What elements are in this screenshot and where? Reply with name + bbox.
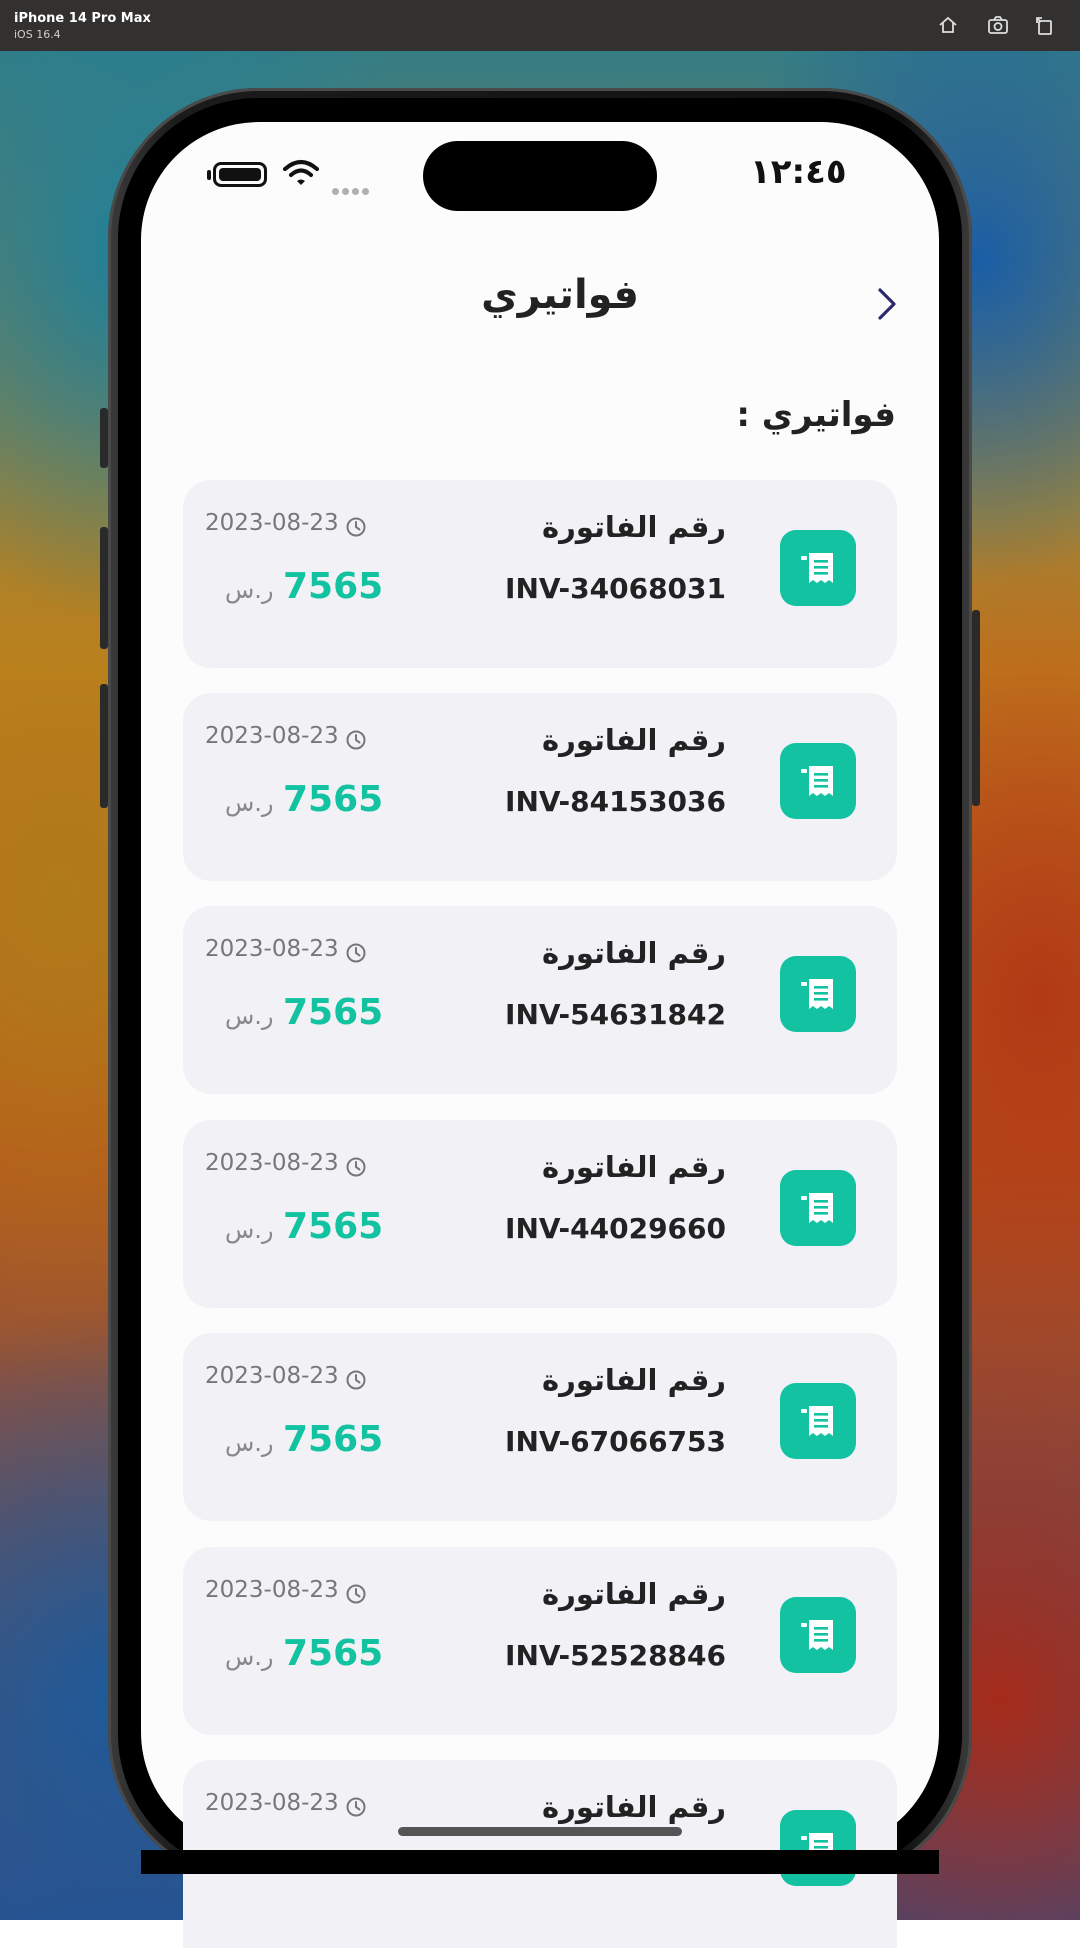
invoice-number: INV-54631842: [505, 998, 726, 1031]
invoice-number-label: رقم الفاتورة: [542, 1363, 726, 1397]
currency-label: ر.س: [225, 1216, 274, 1244]
receipt-icon-badge: [780, 1170, 856, 1246]
currency-label: ر.س: [225, 576, 274, 604]
battery-terminal: [207, 170, 211, 180]
receipt-icon: [801, 1620, 833, 1650]
invoice-number-label: رقم الفاتورة: [542, 1150, 726, 1184]
invoice-date: 2023-08-23: [205, 1363, 339, 1389]
section-title: فواتيري :: [736, 395, 896, 435]
invoice-amount: 7565: [283, 1206, 384, 1247]
invoice-card[interactable]: رقم الفاتورة 2023-08-23 INV-67066753 756…: [183, 1333, 897, 1521]
invoice-date: 2023-08-23: [205, 1577, 339, 1603]
clock-icon: [346, 517, 366, 537]
phone-volume-down-button: [100, 684, 108, 808]
invoice-card[interactable]: رقم الفاتورة 2023-08-23 INV-84153036 756…: [183, 693, 897, 881]
clock-icon: [346, 943, 366, 963]
invoice-amount: 7565: [283, 992, 384, 1033]
simulator-title-bar: iPhone 14 Pro Max iOS 16.4: [0, 0, 1080, 51]
invoice-date: 2023-08-23: [205, 1150, 339, 1176]
invoice-amount: 7565: [283, 1419, 384, 1460]
receipt-icon: [801, 979, 833, 1009]
page-title: فواتيري: [481, 272, 639, 318]
currency-label: ر.س: [225, 1643, 274, 1671]
receipt-icon: [801, 553, 833, 583]
home-indicator-bar: [398, 1827, 682, 1836]
screenshot-icon[interactable]: [987, 14, 1009, 36]
invoice-number-label: رقم الفاتورة: [542, 1577, 726, 1611]
invoice-date: 2023-08-23: [205, 510, 339, 536]
battery-icon: [213, 162, 267, 187]
invoice-card[interactable]: رقم الفاتورة 2023-08-23 INV-52528846 756…: [183, 1547, 897, 1735]
invoice-card[interactable]: رقم الفاتورة 2023-08-23 INV-54631842 756…: [183, 906, 897, 1094]
clock-icon: [346, 730, 366, 750]
dynamic-island: [423, 141, 657, 211]
simulator-device-name: iPhone 14 Pro Max: [14, 11, 151, 26]
invoice-amount: 7565: [283, 1633, 384, 1674]
invoice-card[interactable]: رقم الفاتورة 2023-08-23 INV-44029660 756…: [183, 1120, 897, 1308]
home-icon[interactable]: [937, 14, 959, 36]
cellular-signal-icon: [332, 180, 372, 199]
receipt-icon: [801, 1406, 833, 1436]
clock-icon: [346, 1370, 366, 1390]
status-bar-time: ١٢:٤٥: [750, 152, 847, 192]
receipt-icon-badge: [780, 1383, 856, 1459]
receipt-icon: [801, 766, 833, 796]
invoice-amount: 7565: [283, 566, 384, 607]
receipt-icon-badge: [780, 530, 856, 606]
currency-label: ر.س: [225, 789, 274, 817]
receipt-icon-badge: [780, 743, 856, 819]
currency-label: ر.س: [225, 1429, 274, 1457]
invoice-number: INV-52528846: [505, 1639, 726, 1672]
back-button[interactable]: [870, 284, 906, 324]
invoice-number: INV-84153036: [505, 785, 726, 818]
clock-icon: [346, 1584, 366, 1604]
invoice-number-label: رقم الفاتورة: [542, 510, 726, 544]
clock-icon: [346, 1157, 366, 1177]
invoice-date: 2023-08-23: [205, 936, 339, 962]
invoice-number-label: رقم الفاتورة: [542, 936, 726, 970]
phone-power-button: [972, 610, 980, 806]
wifi-icon: [282, 158, 320, 192]
chevron-right-icon: [878, 288, 896, 320]
invoice-date: 2023-08-23: [205, 1790, 339, 1816]
invoice-number: INV-67066753: [505, 1425, 726, 1458]
rotate-icon[interactable]: [1033, 14, 1055, 36]
receipt-icon-badge: [780, 1810, 856, 1886]
receipt-icon-badge: [780, 1597, 856, 1673]
invoice-number-label: رقم الفاتورة: [542, 1790, 726, 1824]
invoice-number-label: رقم الفاتورة: [542, 723, 726, 757]
invoice-card[interactable]: رقم الفاتورة 2023-08-23 INV-34068031 756…: [183, 480, 897, 668]
phone-action-button: [100, 408, 108, 468]
phone-volume-up-button: [100, 527, 108, 649]
invoice-date: 2023-08-23: [205, 723, 339, 749]
receipt-icon-badge: [780, 956, 856, 1032]
screen-bottom-mask: [141, 1850, 939, 1874]
invoice-number: INV-34068031: [505, 572, 726, 605]
simulator-os-version: iOS 16.4: [14, 28, 61, 41]
currency-label: ر.س: [225, 1002, 274, 1030]
receipt-icon: [801, 1193, 833, 1223]
invoice-amount: 7565: [283, 779, 384, 820]
clock-icon: [346, 1797, 366, 1817]
invoice-number: INV-44029660: [505, 1212, 726, 1245]
